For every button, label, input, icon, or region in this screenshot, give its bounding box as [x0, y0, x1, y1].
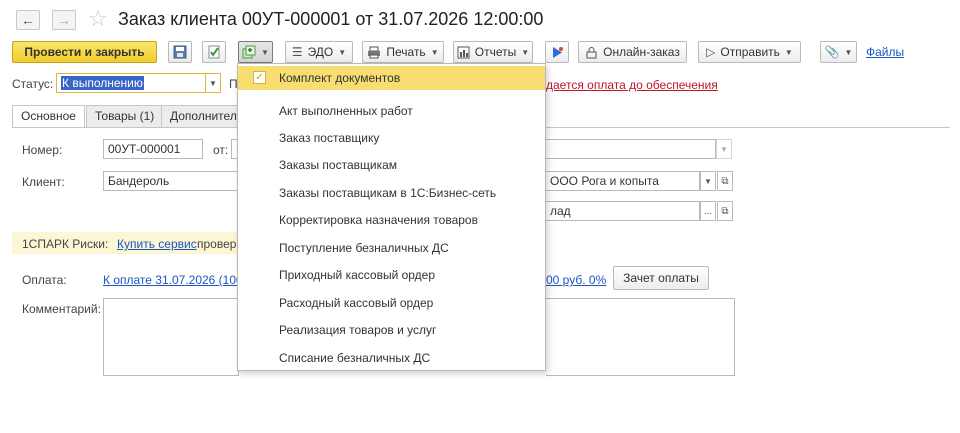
chevron-down-icon: ▼ — [784, 47, 793, 57]
warehouse-open-button[interactable]: ⧉ — [717, 201, 733, 221]
window-title: Заказ клиента 00УТ-000001 от 31.07.2026 … — [118, 9, 544, 29]
tab-additional[interactable]: Дополнитель — [161, 105, 239, 127]
chevron-down-icon: ▼ — [430, 47, 439, 57]
edo-button[interactable]: ☰ ЭДО ▼ — [285, 41, 353, 63]
menu-item-document-set[interactable]: ✓ Комплект документов — [238, 66, 545, 90]
reports-button[interactable]: Отчеты ▼ — [453, 41, 533, 63]
unknown-field[interactable] — [546, 139, 716, 159]
number-field[interactable]: 00УТ-000001 — [103, 139, 203, 159]
arrow-right-icon: → — [57, 12, 71, 28]
tab-goods[interactable]: Товары (1) — [86, 105, 164, 127]
open-icon: ⧉ — [721, 175, 729, 187]
warehouse-select-button[interactable]: ... — [700, 201, 716, 221]
unknown-dropdown-button[interactable]: ▼ — [716, 139, 732, 159]
menu-item-work-act[interactable]: Акт выполненных работ — [238, 99, 545, 123]
lock-icon — [586, 46, 597, 58]
menu-item-supplier-orders-business-network[interactable]: Заказы поставщикам в 1С:Бизнес-сеть — [238, 181, 545, 205]
menu-item-cashless-writeoff[interactable]: Списание безналичных ДС — [238, 346, 545, 370]
printer-icon — [368, 46, 381, 58]
create-based-on-button[interactable]: ▼ — [238, 41, 273, 63]
create-based-on-icon — [242, 45, 256, 59]
number-label: Номер: — [22, 143, 63, 157]
report-icon — [457, 46, 470, 58]
client-field[interactable]: Бандероль — [103, 171, 239, 191]
favorite-star-icon[interactable]: ☆ — [88, 7, 108, 31]
post-and-close-button[interactable]: Провести и закрыть — [12, 41, 157, 63]
ellipsis-icon: ... — [703, 205, 713, 217]
chevron-down-icon: ▼ — [338, 47, 347, 57]
run-icon — [552, 46, 563, 58]
create-based-on-menu: ✓ Комплект документов Акт выполненных ра… — [237, 63, 546, 371]
payment-schedule-link[interactable]: К оплате 31.07.2026 (100 — [103, 273, 238, 287]
menu-item-supplier-order[interactable]: Заказ поставщику — [238, 126, 545, 150]
online-order-button[interactable]: Онлайн-заказ — [578, 41, 687, 63]
spark-label: 1СПАРК Риски: — [22, 237, 109, 251]
chevron-down-icon: ▼ — [720, 144, 728, 154]
spark-check-text: провер — [197, 237, 237, 251]
organization-open-button[interactable]: ⧉ — [717, 171, 733, 191]
menu-item-cashless-receipt[interactable]: Поступление безналичных ДС — [238, 236, 545, 260]
post-button[interactable] — [202, 41, 226, 63]
payment-warning-link[interactable]: дается оплата до обеспечения — [546, 78, 718, 92]
chevron-down-icon: ▼ — [209, 78, 217, 88]
open-icon: ⧉ — [721, 205, 729, 217]
organization-field[interactable]: ООО Рога и копыта — [546, 171, 700, 191]
chevron-down-icon: ▼ — [261, 47, 269, 57]
payment-amount-link[interactable]: 00 руб. 0% — [546, 273, 606, 287]
menu-item-cash-expense-order[interactable]: Расходный кассовый ордер — [238, 291, 545, 315]
back-button[interactable]: ← — [16, 10, 40, 30]
payment-label: Оплата: — [22, 273, 67, 287]
chevron-down-icon: ▼ — [521, 47, 530, 57]
comment-textarea-right[interactable] — [546, 298, 735, 376]
attachments-button[interactable]: 📎 ▼ — [820, 41, 857, 63]
status-label: Статус: — [12, 77, 54, 91]
warehouse-field[interactable]: лад — [546, 201, 700, 221]
send-button[interactable]: ▷ Отправить ▼ — [698, 41, 801, 63]
status-dropdown-button[interactable]: ▼ — [205, 73, 221, 93]
menu-item-goods-services-sale[interactable]: Реализация товаров и услуг — [238, 318, 545, 342]
post-document-icon — [208, 45, 220, 59]
paperclip-icon: 📎 — [824, 45, 840, 59]
client-label: Клиент: — [22, 175, 65, 189]
run-button[interactable] — [545, 41, 569, 63]
status-field[interactable]: К выполнению — [56, 73, 206, 93]
date-label: от: — [213, 143, 229, 157]
payment-offset-button[interactable]: Зачет оплаты — [613, 266, 709, 290]
menu-item-cash-receipt-order[interactable]: Приходный кассовый ордер — [238, 263, 545, 287]
save-icon — [173, 45, 187, 59]
chevron-down-icon: ▼ — [704, 176, 712, 186]
buy-service-link[interactable]: Купить сервис — [117, 237, 197, 251]
menu-item-goods-assignment-correction[interactable]: Корректировка назначения товаров — [238, 208, 545, 232]
arrow-left-icon: ← — [21, 12, 35, 28]
save-button[interactable] — [168, 41, 192, 63]
organization-dropdown-button[interactable]: ▼ — [700, 171, 716, 191]
comment-textarea-left[interactable] — [103, 298, 239, 376]
menu-item-supplier-orders[interactable]: Заказы поставщикам — [238, 153, 545, 177]
tab-main[interactable]: Основное — [12, 105, 85, 128]
edo-icon: ☰ — [291, 45, 303, 59]
forward-button[interactable]: → — [52, 10, 76, 30]
print-button[interactable]: Печать ▼ — [362, 41, 444, 63]
files-link[interactable]: Файлы — [866, 45, 904, 59]
checkbox-checked-icon: ✓ — [253, 71, 266, 84]
comment-label: Комментарий: — [22, 302, 101, 316]
chevron-down-icon: ▼ — [844, 47, 853, 57]
send-icon: ▷ — [706, 45, 716, 59]
